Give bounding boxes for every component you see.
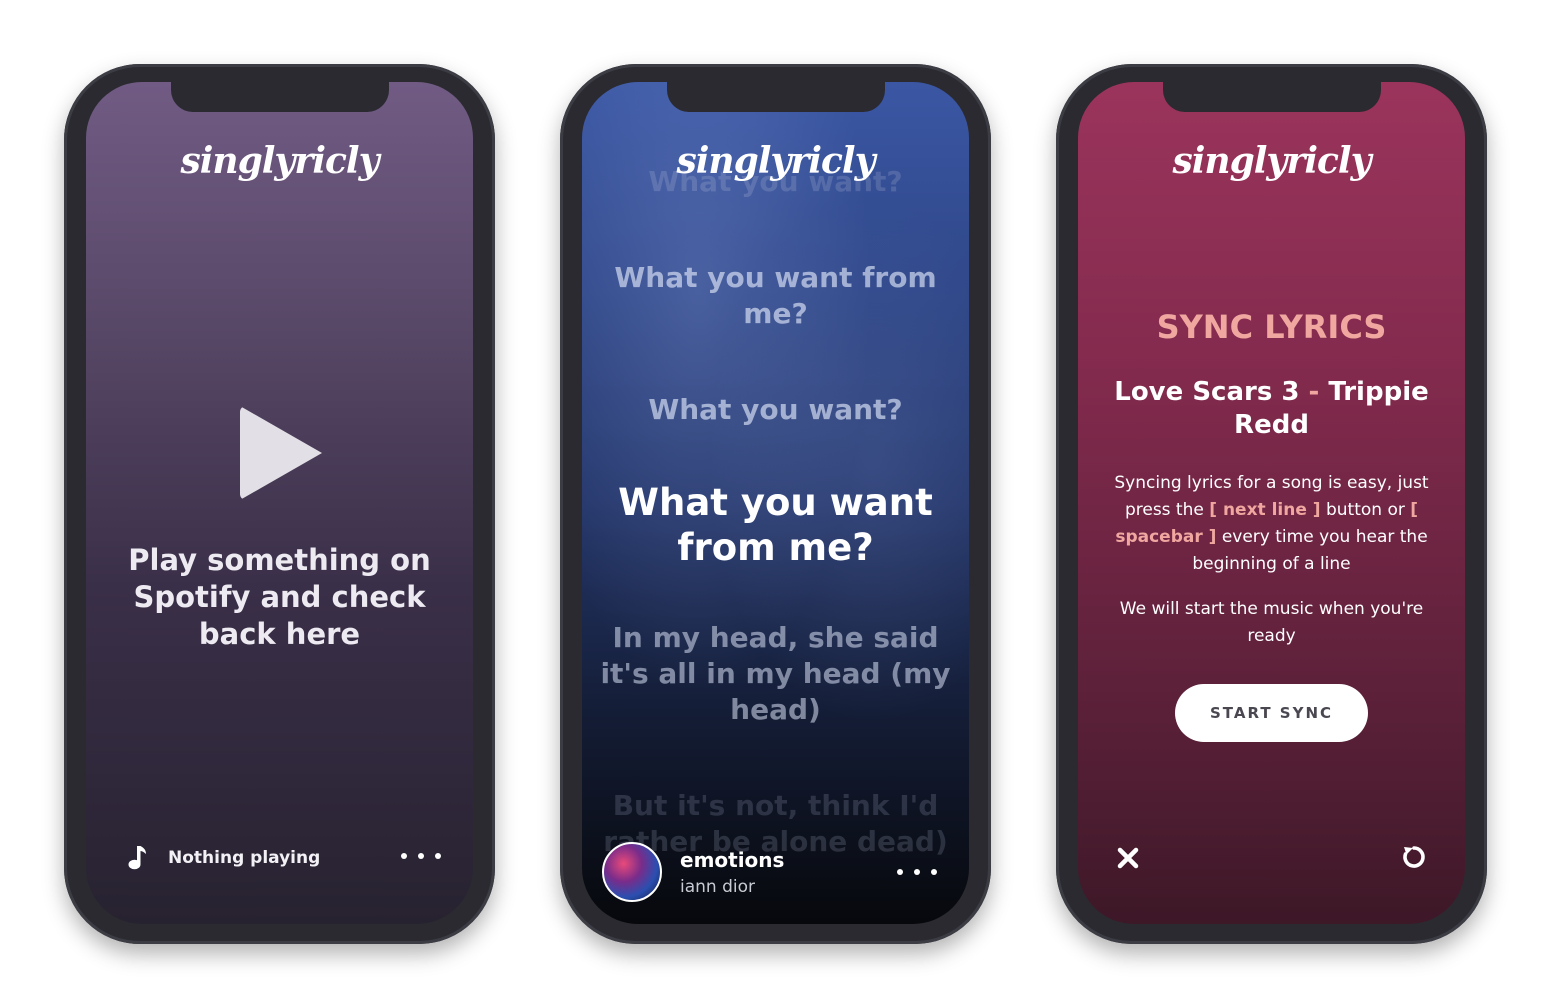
- instructions-text: button or: [1325, 500, 1405, 520]
- notch: [1162, 82, 1381, 112]
- track-title: emotions: [680, 848, 785, 872]
- sync-screen: singlyricly SYNC LYRICS Love Scars 3 - T…: [1078, 82, 1465, 924]
- sync-heading: SYNC LYRICS: [1156, 308, 1387, 346]
- notch: [666, 82, 885, 112]
- start-sync-button[interactable]: START SYNC: [1175, 684, 1368, 742]
- track-artist: iann dior: [680, 877, 755, 897]
- instructions-text: every time you hear the beginning of a l…: [1192, 527, 1428, 574]
- player-footer: Nothing playing: [86, 814, 473, 924]
- lyric-line-previous: What you want?: [648, 393, 903, 426]
- sync-instructions: Syncing lyrics for a song is easy, just …: [1096, 470, 1447, 578]
- next-line-key-hint: [ next line ]: [1209, 500, 1321, 520]
- album-art: [602, 842, 662, 902]
- app-logo: singlyricly: [1172, 140, 1371, 182]
- more-icon[interactable]: [401, 850, 441, 862]
- idle-message: Play something on Spotify and check back…: [128, 543, 431, 651]
- song-name: Love Scars 3: [1114, 377, 1300, 407]
- lyric-line-next: In my head, she said it's all in my head…: [600, 621, 951, 726]
- more-icon[interactable]: [897, 866, 937, 878]
- lyrics-screen: What you want? singlyricly What you want…: [582, 82, 969, 924]
- now-playing-status: Nothing playing: [168, 848, 321, 868]
- notch: [170, 82, 389, 112]
- lyric-line-current: What you want from me?: [618, 481, 933, 569]
- lyric-line-previous: What you want from me?: [614, 261, 937, 330]
- ready-message: We will start the music when you're read…: [1119, 599, 1424, 646]
- close-icon[interactable]: [1116, 846, 1140, 870]
- phone-lyrics: What you want? singlyricly What you want…: [560, 64, 991, 944]
- music-note-icon: [128, 846, 146, 870]
- app-logo: singlyricly: [180, 140, 379, 182]
- app-logo: singlyricly: [676, 140, 875, 182]
- phone-sync: singlyricly SYNC LYRICS Love Scars 3 - T…: [1056, 64, 1487, 944]
- song-separator: -: [1308, 377, 1320, 407]
- player-footer: emotions iann dior: [582, 814, 969, 924]
- song-title: Love Scars 3 - Trippie Redd: [1108, 376, 1435, 442]
- idle-screen: singlyricly Play something on Spotify an…: [86, 82, 473, 924]
- reset-icon[interactable]: [1401, 844, 1427, 870]
- phone-idle: singlyricly Play something on Spotify an…: [64, 64, 495, 944]
- play-icon[interactable]: [240, 406, 322, 500]
